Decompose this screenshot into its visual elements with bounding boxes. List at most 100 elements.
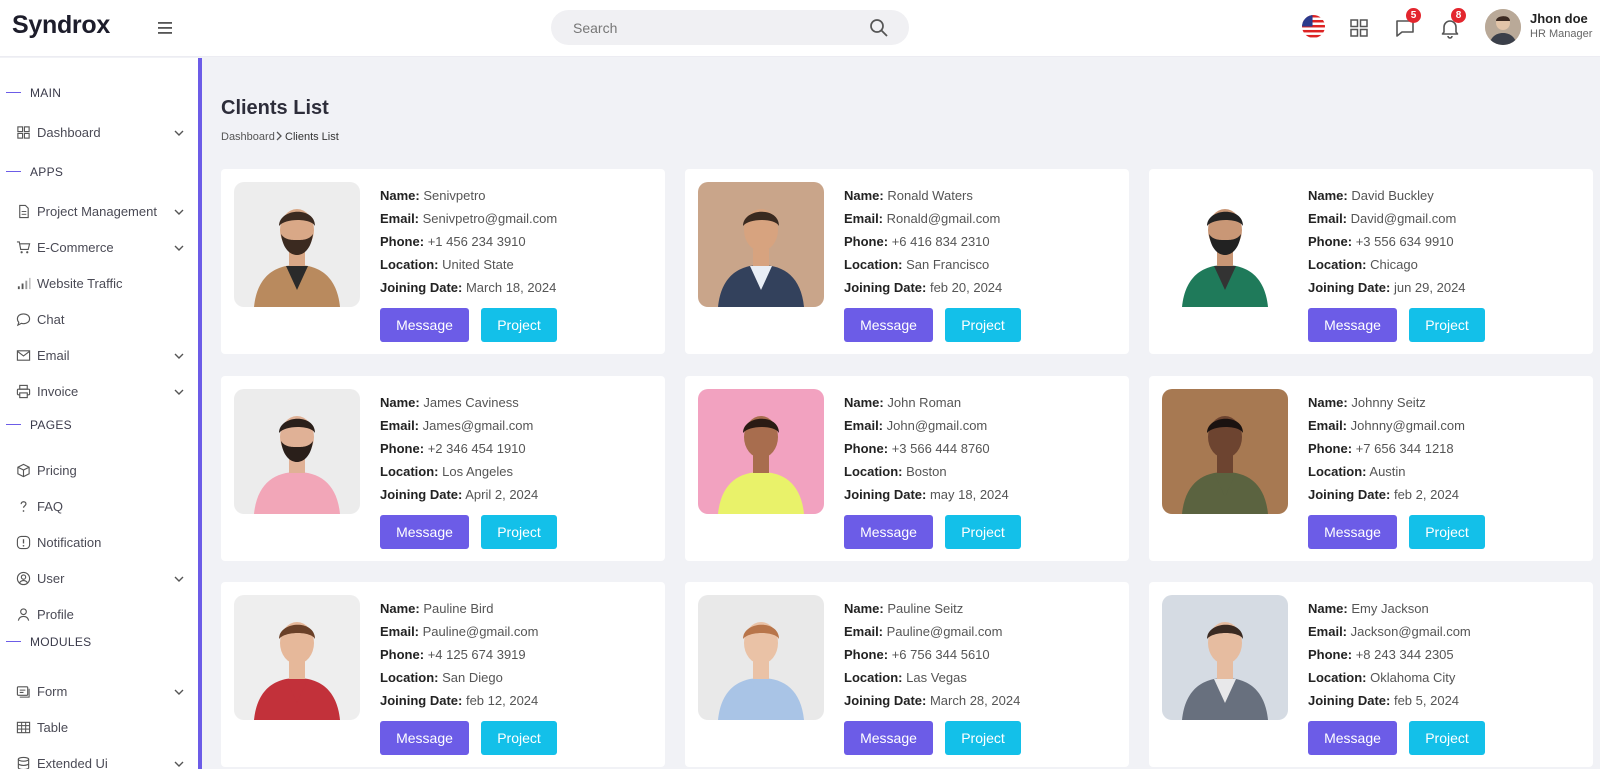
location-label: Location: bbox=[1308, 257, 1367, 272]
user-avatar[interactable] bbox=[1485, 9, 1521, 45]
message-button[interactable]: Message bbox=[1308, 721, 1397, 755]
joining-date-label: Joining Date: bbox=[380, 693, 463, 708]
message-button[interactable]: Message bbox=[380, 721, 469, 755]
chevron-down-icon[interactable] bbox=[173, 350, 185, 362]
sidebar-item-pricing[interactable]: Pricing bbox=[0, 456, 198, 486]
project-button[interactable]: Project bbox=[481, 515, 557, 549]
message-button[interactable]: Message bbox=[380, 515, 469, 549]
sidebar-item-e-commerce[interactable]: E-Commerce bbox=[0, 233, 198, 263]
user-circle-icon bbox=[16, 571, 31, 586]
client-location: Los Angeles bbox=[442, 464, 513, 479]
project-button[interactable]: Project bbox=[481, 308, 557, 342]
apps-grid-icon[interactable] bbox=[1347, 16, 1371, 40]
message-button[interactable]: Message bbox=[1308, 308, 1397, 342]
alert-icon bbox=[16, 535, 31, 550]
message-button[interactable]: Message bbox=[380, 308, 469, 342]
message-button[interactable]: Message bbox=[1308, 515, 1397, 549]
client-email-row: Email: Johnny@gmail.com bbox=[1308, 414, 1465, 437]
project-button[interactable]: Project bbox=[1409, 721, 1485, 755]
client-photo bbox=[698, 389, 824, 514]
chevron-down-icon[interactable] bbox=[173, 206, 185, 218]
client-name: Pauline Seitz bbox=[887, 601, 964, 616]
client-email: Johnny@gmail.com bbox=[1350, 418, 1465, 433]
client-phone-row: Phone: +3 566 444 8760 bbox=[844, 437, 1009, 460]
sidebar-item-dashboard[interactable]: Dashboard bbox=[0, 118, 198, 148]
client-email: Ronald@gmail.com bbox=[886, 211, 1001, 226]
chevron-down-icon[interactable] bbox=[173, 127, 185, 139]
sidebar-item-label: Notification bbox=[37, 535, 102, 550]
client-card: Name: John Roman Email: John@gmail.com P… bbox=[685, 376, 1129, 561]
client-email-row: Email: Senivpetro@gmail.com bbox=[380, 207, 557, 230]
breadcrumb-chevron-icon bbox=[276, 131, 282, 141]
chevron-down-icon[interactable] bbox=[173, 386, 185, 398]
client-joining-row: Joining Date: March 28, 2024 bbox=[844, 689, 1020, 712]
client-location-row: Location: Austin bbox=[1308, 460, 1465, 483]
sidebar-item-profile[interactable]: Profile bbox=[0, 600, 198, 630]
client-card: Name: Johnny Seitz Email: Johnny@gmail.c… bbox=[1149, 376, 1593, 561]
email-label: Email: bbox=[380, 418, 420, 433]
app-logo[interactable]: Syndrox bbox=[12, 11, 110, 40]
location-label: Location: bbox=[844, 464, 903, 479]
joining-date-label: Joining Date: bbox=[1308, 487, 1391, 502]
message-button[interactable]: Message bbox=[844, 721, 933, 755]
user-icon bbox=[17, 608, 30, 621]
sidebar-item-invoice[interactable]: Invoice bbox=[0, 377, 198, 407]
sidebar-item-form[interactable]: Form bbox=[0, 677, 198, 707]
message-button[interactable]: Message bbox=[844, 308, 933, 342]
messages-badge: 5 bbox=[1406, 8, 1421, 23]
chevron-down-icon[interactable] bbox=[173, 242, 185, 254]
sidebar-item-faq[interactable]: FAQ bbox=[0, 492, 198, 522]
breadcrumb-current: Clients List bbox=[285, 131, 339, 143]
chevron-down-icon[interactable] bbox=[173, 573, 185, 585]
client-card: Name: Pauline Seitz Email: Pauline@gmail… bbox=[685, 582, 1129, 767]
client-location-row: Location: United State bbox=[380, 253, 557, 276]
phone-label: Phone: bbox=[1308, 647, 1353, 662]
sidebar-item-project-management[interactable]: Project Management bbox=[0, 197, 198, 227]
project-button[interactable]: Project bbox=[1409, 515, 1485, 549]
client-phone: +1 456 234 3910 bbox=[427, 234, 526, 249]
client-photo bbox=[1162, 389, 1288, 514]
sidebar-item-user[interactable]: User bbox=[0, 564, 198, 594]
sidebar-item-email[interactable]: Email bbox=[0, 341, 198, 371]
message-button[interactable]: Message bbox=[844, 515, 933, 549]
project-button[interactable]: Project bbox=[945, 721, 1021, 755]
sidebar-item-notification[interactable]: Notification bbox=[0, 528, 198, 558]
client-photo bbox=[1162, 595, 1288, 720]
client-email: Senivpetro@gmail.com bbox=[422, 211, 558, 226]
project-button[interactable]: Project bbox=[481, 721, 557, 755]
client-phone-row: Phone: +3 556 634 9910 bbox=[1308, 230, 1466, 253]
client-name: Ronald Waters bbox=[887, 188, 973, 203]
client-card: Name: Pauline Bird Email: Pauline@gmail.… bbox=[221, 582, 665, 767]
joining-date-label: Joining Date: bbox=[844, 693, 927, 708]
menu-toggle-icon[interactable] bbox=[156, 18, 176, 38]
sidebar-scrollbar[interactable] bbox=[198, 58, 202, 769]
email-label: Email: bbox=[1308, 624, 1348, 639]
client-photo bbox=[1162, 182, 1288, 307]
messages-button[interactable]: 5 bbox=[1393, 8, 1421, 40]
project-button[interactable]: Project bbox=[945, 308, 1021, 342]
search-icon[interactable] bbox=[869, 18, 889, 38]
client-card: Name: Senivpetro Email: Senivpetro@gmail… bbox=[221, 169, 665, 354]
notifications-button[interactable]: 8 bbox=[1438, 8, 1466, 40]
client-name-row: Name: James Caviness bbox=[380, 391, 538, 414]
chevron-down-icon[interactable] bbox=[173, 686, 185, 698]
project-button[interactable]: Project bbox=[1409, 308, 1485, 342]
table-icon bbox=[16, 721, 31, 734]
client-email-row: Email: Pauline@gmail.com bbox=[380, 620, 538, 643]
sidebar-item-chat[interactable]: Chat bbox=[0, 305, 198, 335]
chevron-down-icon[interactable] bbox=[173, 758, 185, 769]
sidebar-item-label: Extended Ui bbox=[37, 756, 108, 769]
sidebar-item-table[interactable]: Table bbox=[0, 713, 198, 743]
client-location-row: Location: Boston bbox=[844, 460, 1009, 483]
sidebar-item-website-traffic[interactable]: Website Traffic bbox=[0, 269, 198, 299]
search-input[interactable] bbox=[551, 10, 851, 45]
breadcrumb-home[interactable]: Dashboard bbox=[221, 131, 275, 143]
sidebar-item-label: Table bbox=[37, 720, 69, 735]
sidebar-item-extended-ui[interactable]: Extended Ui bbox=[0, 749, 198, 769]
cart-icon bbox=[16, 241, 31, 254]
client-location: Austin bbox=[1369, 464, 1406, 479]
client-phone: +2 346 454 1910 bbox=[427, 441, 526, 456]
sidebar-item-label: Dashboard bbox=[37, 125, 101, 140]
project-button[interactable]: Project bbox=[945, 515, 1021, 549]
us-flag-icon[interactable] bbox=[1302, 15, 1325, 38]
